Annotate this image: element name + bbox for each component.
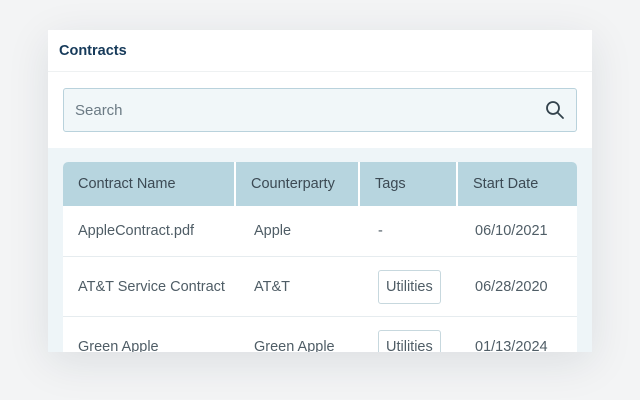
search-input[interactable] [64, 88, 544, 132]
table-row[interactable]: AT&T Service Contract AT&T Utilities 06/… [63, 257, 577, 317]
page-title: Contracts [59, 42, 127, 59]
column-header-start-date[interactable]: Start Date [458, 162, 577, 206]
tags-cell: Utilities [360, 257, 458, 316]
counterparty-cell: Apple [254, 223, 292, 239]
search-icon[interactable] [544, 99, 566, 121]
tags-cell: - [378, 223, 383, 239]
contracts-card: Contracts Contract Name Counterparty Tag… [48, 30, 592, 352]
table-row[interactable]: Green Apple Green Apple Utilities 01/13/… [63, 317, 577, 352]
tags-cell: Utilities [360, 317, 458, 352]
tag-badge[interactable]: Utilities [378, 329, 441, 352]
table-area: Contract Name Counterparty Tags Start Da… [48, 148, 592, 352]
start-date-cell: 01/13/2024 [475, 338, 548, 353]
counterparty-cell: AT&T [254, 278, 290, 295]
card-header: Contracts [48, 30, 592, 72]
column-header-counterparty[interactable]: Counterparty [236, 162, 360, 206]
column-header-contract-name[interactable]: Contract Name [63, 162, 236, 206]
table-header: Contract Name Counterparty Tags Start Da… [63, 162, 577, 206]
table-row[interactable]: AppleContract.pdf Apple - 06/10/2021 [63, 206, 577, 257]
start-date-cell: 06/28/2020 [475, 278, 548, 295]
contract-name-cell[interactable]: AT&T Service Contract [63, 257, 236, 316]
contracts-table: Contract Name Counterparty Tags Start Da… [63, 162, 577, 352]
counterparty-cell: Green Apple [254, 338, 335, 353]
contract-name-cell[interactable]: Green Apple [63, 317, 236, 353]
column-header-tags[interactable]: Tags [360, 162, 458, 206]
start-date-cell: 06/10/2021 [475, 223, 548, 239]
search-bar [63, 88, 577, 132]
contract-name-cell[interactable]: AppleContract.pdf [63, 206, 236, 256]
tag-badge[interactable]: Utilities [378, 269, 441, 304]
